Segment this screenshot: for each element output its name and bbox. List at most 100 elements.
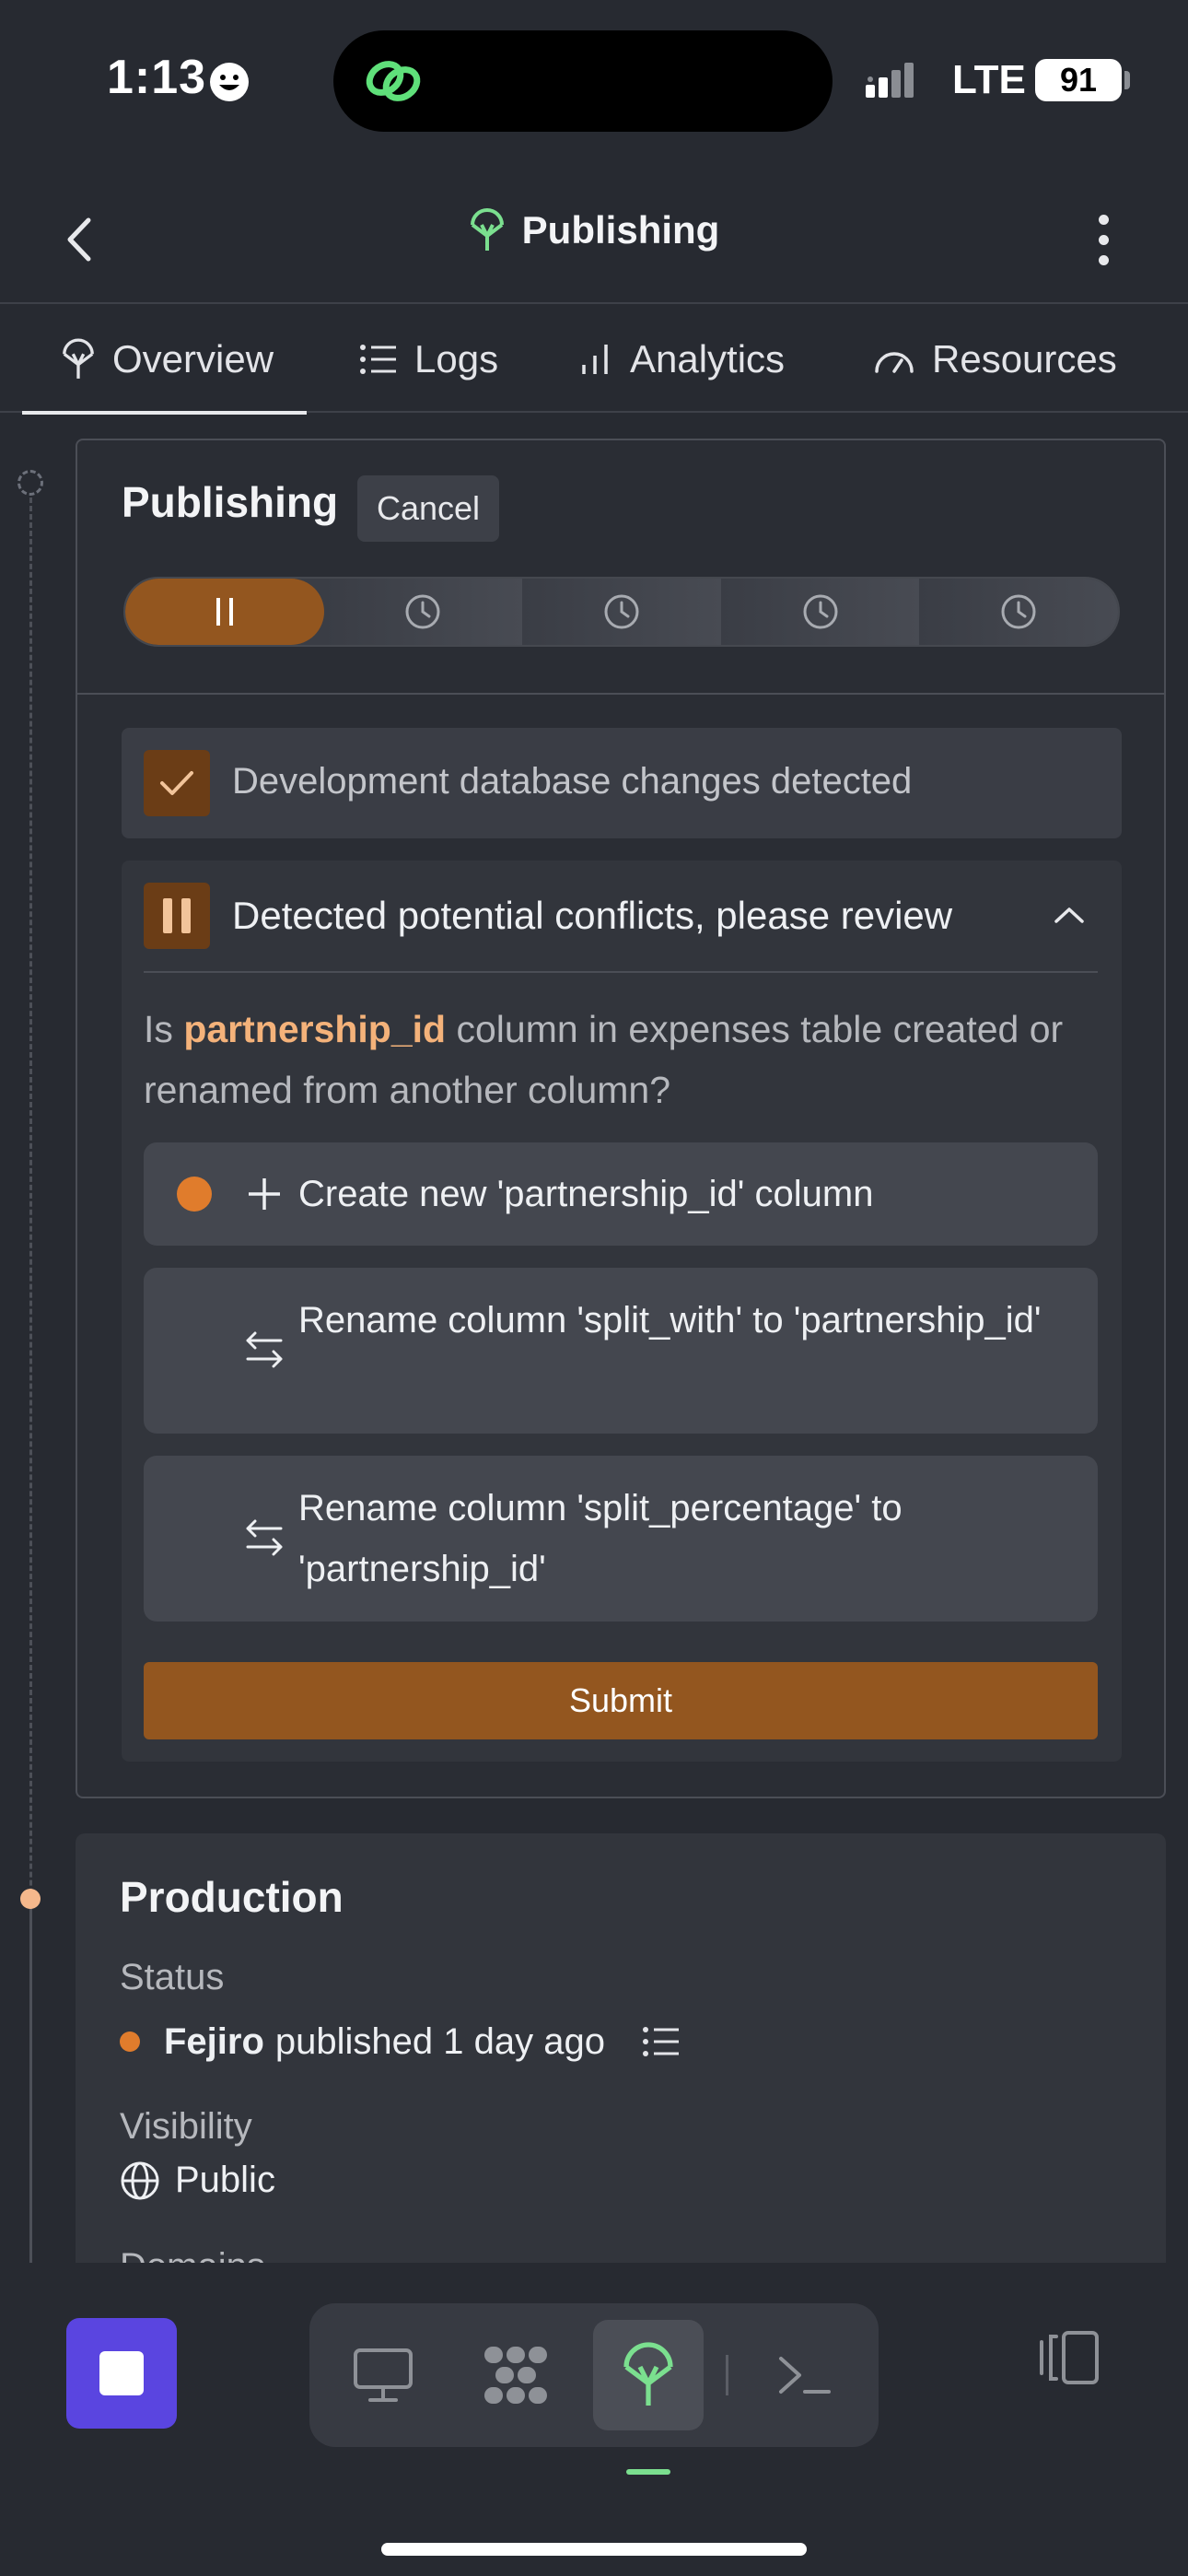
step-pending	[720, 579, 920, 645]
cancel-button[interactable]: Cancel	[357, 475, 499, 542]
tab-label: Resources	[932, 337, 1117, 381]
question-prefix: Is	[144, 1008, 173, 1050]
tab-logs[interactable]: Logs	[359, 306, 498, 413]
step-pending	[522, 579, 721, 645]
globe-icon	[121, 2161, 159, 2199]
production-title: Production	[120, 1873, 344, 1921]
monitor-icon	[354, 2348, 413, 2402]
visibility-text: Public	[175, 2160, 275, 2200]
step-pending	[919, 579, 1118, 645]
stop-icon	[99, 2351, 144, 2395]
list-icon	[360, 345, 396, 374]
antenna-icon	[470, 208, 504, 251]
check-icon	[160, 771, 193, 795]
dynamic-island	[333, 30, 833, 132]
antenna-icon	[63, 338, 94, 379]
network-label: LTE	[952, 57, 1026, 102]
status-time: 1:13	[107, 51, 207, 104]
domains-label: Domains	[120, 2246, 265, 2265]
battery-level: 91	[1035, 59, 1122, 101]
logs-list-icon[interactable]	[642, 2026, 681, 2057]
split-view-icon	[1040, 2331, 1099, 2384]
changes-detected-text: Development database changes detected	[232, 761, 913, 802]
more-options-button[interactable]	[1083, 203, 1124, 276]
bar-chart-icon	[582, 345, 608, 374]
publishing-card: Publishing Cancel Development database c…	[76, 439, 1166, 1798]
tab-overview[interactable]: Overview	[21, 306, 308, 415]
radio-selected[interactable]	[177, 1177, 212, 1212]
clock-icon	[604, 594, 639, 629]
timeline-pending-node	[17, 470, 43, 496]
plus-icon	[243, 1173, 285, 1215]
tab-bar: Overview Logs Analytics Resources	[0, 306, 1188, 415]
page-header: Publishing	[0, 175, 1188, 304]
gauge-icon	[875, 352, 914, 373]
conflict-question: Is partnership_id column in expenses tab…	[144, 999, 1101, 1120]
status-bar: 1:13 LTE 91	[0, 0, 1188, 157]
visibility-label: Visibility	[120, 2106, 252, 2147]
timeline-node	[20, 1889, 41, 1909]
tab-analytics[interactable]: Analytics	[580, 306, 785, 413]
network-icon	[484, 2347, 547, 2404]
conflict-title: Detected potential conflicts, please rev…	[232, 894, 953, 937]
more-dot	[1098, 254, 1109, 265]
signal-icon	[866, 63, 914, 98]
status-text: published 1 day ago	[274, 2020, 605, 2062]
tab-resources[interactable]: Resources	[873, 306, 1117, 413]
clock-icon	[1001, 594, 1036, 629]
progress-stepper	[123, 577, 1120, 647]
dock-separator	[726, 2355, 728, 2395]
submit-button[interactable]: Submit	[144, 1662, 1098, 1739]
clock-icon	[803, 594, 838, 629]
option-rename-split-with[interactable]: Rename column 'split_with' to 'partnersh…	[144, 1268, 1098, 1434]
option-label: Rename column 'split_percentage' to 'par…	[298, 1488, 903, 1589]
dock-agent-button[interactable]	[460, 2320, 571, 2430]
check-badge	[144, 750, 210, 816]
tab-label: Overview	[112, 337, 274, 381]
dock	[309, 2303, 879, 2447]
terminal-icon	[779, 2357, 831, 2394]
battery-tip	[1124, 71, 1130, 89]
question-column-name: partnership_id	[183, 1008, 447, 1050]
option-label: Create new 'partnership_id' column	[298, 1174, 874, 1214]
status-line: Fejiro published 1 day ago	[120, 2016, 681, 2067]
publishing-title: Publishing	[122, 478, 339, 526]
link-app-icon	[366, 61, 421, 101]
changes-detected-row: Development database changes detected	[122, 728, 1122, 838]
option-create-column[interactable]: Create new 'partnership_id' column	[144, 1142, 1098, 1246]
option-rename-split-percentage[interactable]: Rename column 'split_percentage' to 'par…	[144, 1456, 1098, 1622]
stop-button[interactable]	[66, 2318, 177, 2429]
option-label: Rename column 'split_with' to 'partnersh…	[298, 1300, 1042, 1341]
chevron-up-icon[interactable]	[1050, 896, 1089, 934]
status-label: Status	[120, 1957, 225, 1997]
bottom-toolbar	[0, 2263, 1188, 2576]
step-pending	[323, 579, 523, 645]
active-tab-indicator	[626, 2469, 670, 2475]
home-indicator[interactable]	[381, 2543, 807, 2556]
clock-icon	[405, 594, 440, 629]
header-title-group: Publishing	[0, 208, 1188, 252]
more-dot	[1098, 214, 1109, 225]
swap-icon	[243, 1329, 285, 1371]
dock-preview-button[interactable]	[328, 2320, 438, 2430]
pause-icon	[215, 598, 233, 626]
conflict-panel: Detected potential conflicts, please rev…	[122, 861, 1122, 1762]
split-view-button[interactable]	[1028, 2316, 1111, 2399]
tab-label: Logs	[414, 337, 499, 381]
dock-shell-button[interactable]	[750, 2320, 860, 2430]
production-card: Production Status Fejiro published 1 day…	[76, 1833, 1166, 2265]
publishing-header: Publishing Cancel	[77, 440, 1164, 695]
dock-publishing-button[interactable]	[593, 2320, 704, 2430]
swap-icon	[243, 1516, 285, 1559]
pause-badge-icon	[144, 883, 210, 949]
tab-label: Analytics	[630, 337, 786, 381]
status-dot	[120, 2032, 140, 2052]
timeline-solid-line	[29, 1898, 32, 2263]
publisher-name: Fejiro	[164, 2020, 264, 2062]
visibility-value: Public	[120, 2160, 275, 2201]
more-dot	[1098, 234, 1109, 245]
step-current	[125, 579, 324, 645]
antenna-icon	[623, 2342, 673, 2406]
conflict-header[interactable]: Detected potential conflicts, please rev…	[144, 861, 1098, 973]
page-title: Publishing	[521, 208, 720, 252]
